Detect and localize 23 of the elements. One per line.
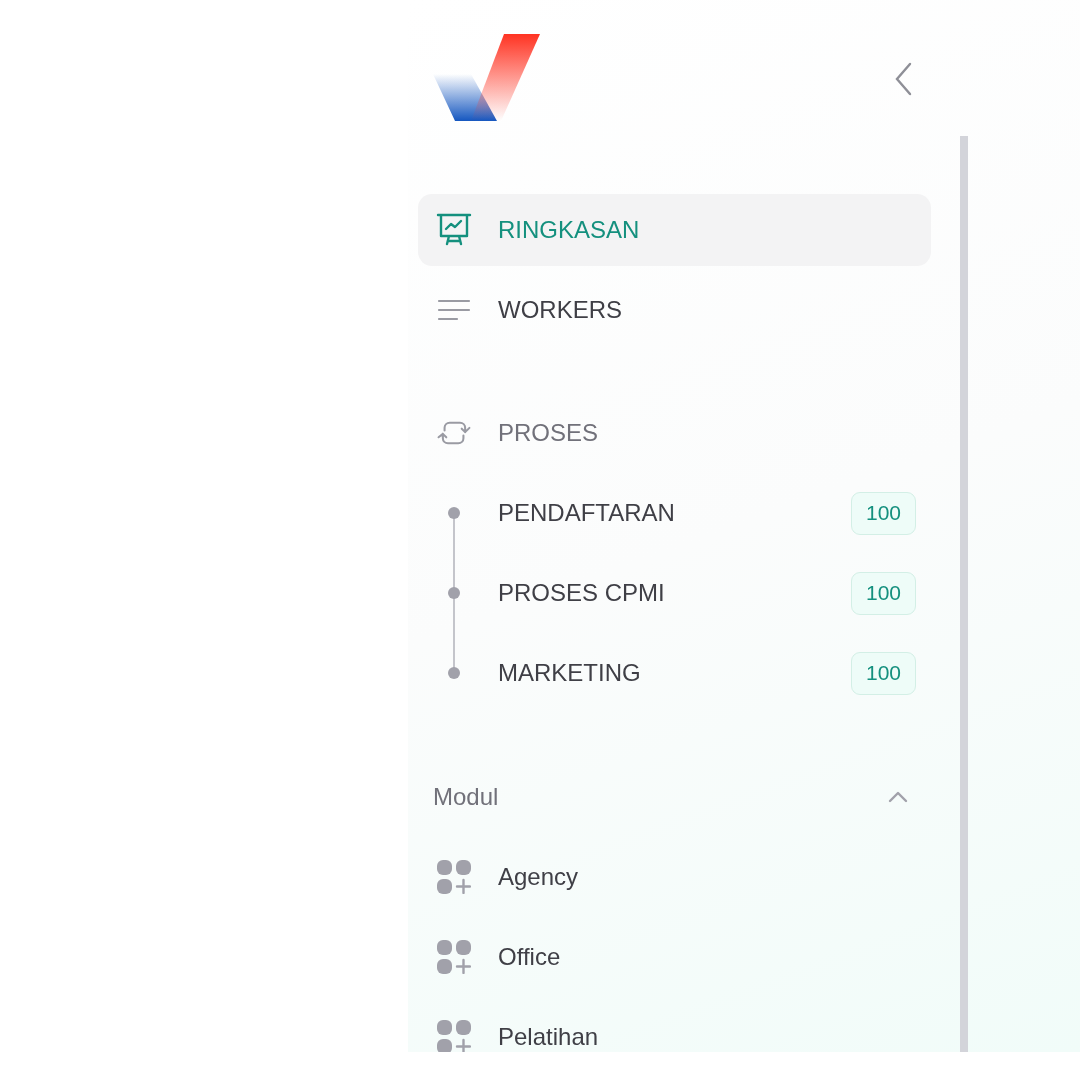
presentation-chart-icon — [436, 212, 472, 248]
module-item[interactable]: Agency — [418, 841, 931, 913]
apps-add-icon — [437, 940, 471, 974]
section-title: Modul — [433, 783, 499, 811]
nav-item[interactable]: RINGKASAN — [418, 194, 931, 266]
collapse-toggle[interactable] — [887, 790, 909, 804]
bullet-icon — [448, 507, 460, 519]
scrollbar[interactable] — [960, 136, 968, 1052]
count-badge: 100 — [851, 571, 916, 615]
menu-icon — [437, 298, 471, 322]
module-item[interactable]: Office — [418, 921, 931, 993]
bullet-icon — [448, 587, 460, 599]
submenu-item[interactable]: MARKETING — [498, 659, 851, 687]
apps-add-icon — [437, 1020, 471, 1052]
submenu-item[interactable]: PROSES CPMI — [498, 579, 851, 607]
bullet-icon — [448, 667, 460, 679]
nav-item[interactable]: PROSES — [418, 397, 931, 469]
nav-item[interactable]: WORKERS — [418, 274, 931, 346]
apps-add-icon — [437, 860, 471, 894]
count-badge: 100 — [851, 491, 916, 535]
count-badge: 100 — [851, 651, 916, 695]
module-item[interactable]: Pelatihan — [418, 1001, 931, 1052]
submenu-item[interactable]: PENDAFTARAN — [498, 499, 851, 527]
